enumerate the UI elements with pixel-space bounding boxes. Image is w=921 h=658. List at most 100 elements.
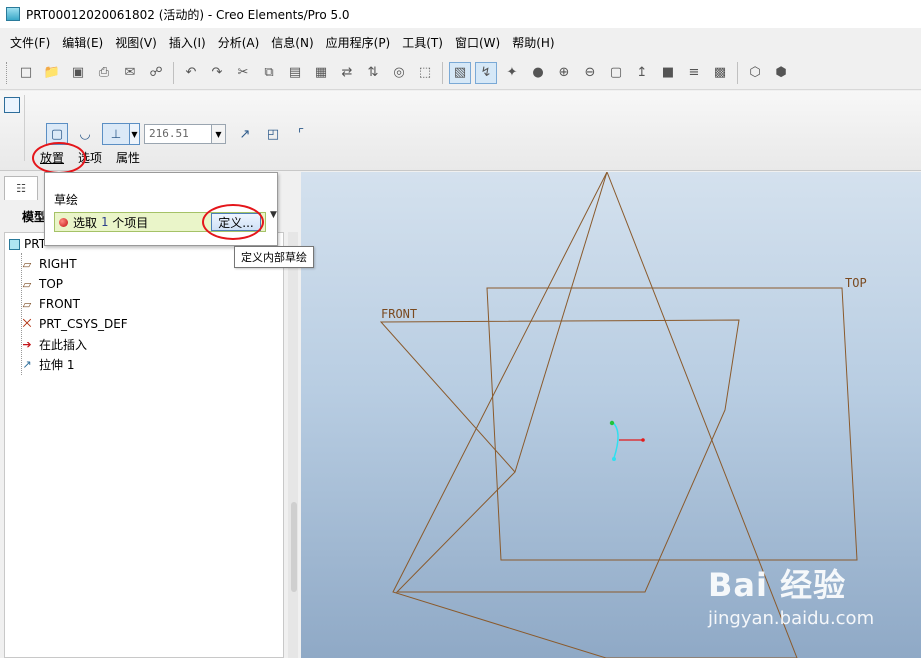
navigator-scrollbar[interactable] bbox=[288, 232, 298, 658]
tree-item-csys[interactable]: ⨉ PRT_CSYS_DEF bbox=[19, 314, 128, 334]
refit-icon[interactable]: ▢ bbox=[605, 62, 627, 84]
new-file-icon[interactable]: □ bbox=[15, 62, 37, 84]
watermark-brand: Bai 经验 bbox=[708, 566, 847, 604]
datum-plane-top[interactable] bbox=[486, 287, 858, 561]
paste-icon[interactable]: ▤ bbox=[284, 62, 306, 84]
highlight-circle-define-button bbox=[202, 204, 264, 240]
menu-file[interactable]: 文件(F) bbox=[4, 32, 56, 54]
menu-applications[interactable]: 应用程序(P) bbox=[320, 32, 397, 54]
baidu-watermark: Bai 经验 jingyan.baidu.com bbox=[708, 560, 874, 629]
tree-item-insert-here[interactable]: ➔ 在此插入 bbox=[19, 334, 87, 354]
hidden-line-cube-icon[interactable]: ⬢ bbox=[770, 62, 792, 84]
toolbar-separator bbox=[442, 61, 443, 84]
zoom-out-icon[interactable]: ⊖ bbox=[579, 62, 601, 84]
extrude-dashboard: ▢ ◡ ⊥ ▼ 216.51 ▼ ↗ ◰ ⌜ 放置 选项 属性 bbox=[0, 91, 921, 171]
tab-properties[interactable]: 属性 bbox=[116, 149, 140, 166]
model-tree: PRT ▱ RIGHT ▱ TOP ▱ FRONT ⨉ PRT_CSYS_DEF… bbox=[4, 232, 284, 658]
view-manager-icon[interactable]: ▩ bbox=[709, 62, 731, 84]
toolbar-grip[interactable] bbox=[6, 61, 9, 84]
model-tree-tab-icon[interactable]: ☷ bbox=[4, 176, 38, 200]
part-file-icon bbox=[6, 7, 20, 21]
navigator-tabs: ☷ bbox=[4, 176, 38, 200]
main-toolbar: □ 📁 ▣ ⎙ ✉ ☍ ↶ ↷ ✂ ⧉ ▤ ▦ ⇄ ⇅ ◎ ⬚ ▧ ↯ ✦ ● … bbox=[0, 56, 921, 90]
menu-help[interactable]: 帮助(H) bbox=[506, 32, 560, 54]
required-dot-icon bbox=[59, 217, 68, 227]
menu-analysis[interactable]: 分析(A) bbox=[212, 32, 266, 54]
undo-icon[interactable]: ↶ bbox=[180, 62, 202, 84]
depth-value-dropdown[interactable]: ▼ bbox=[212, 124, 226, 144]
cut-icon[interactable]: ✂ bbox=[232, 62, 254, 84]
datum-plane-icon: ▱ bbox=[22, 297, 32, 311]
remove-material-icon[interactable]: ◰ bbox=[262, 123, 284, 145]
menu-view[interactable]: 视图(V) bbox=[109, 32, 163, 54]
collector-prefix: 选取 bbox=[73, 215, 98, 230]
datum-plane-right-edge bbox=[514, 172, 608, 473]
selection-filter-icon[interactable]: ⬚ bbox=[414, 62, 436, 84]
regenerate-icon[interactable]: ⇄ bbox=[336, 62, 358, 84]
tree-item-label: PRT bbox=[24, 237, 47, 251]
menu-info[interactable]: 信息(N) bbox=[265, 32, 319, 54]
panel-collapse-arrow-icon[interactable]: ▼ bbox=[270, 210, 277, 220]
paste-special-icon[interactable]: ▦ bbox=[310, 62, 332, 84]
tree-item-label: TOP bbox=[39, 277, 64, 291]
copy-icon[interactable]: ⧉ bbox=[258, 62, 280, 84]
insert-arrow-icon: ➔ bbox=[22, 337, 32, 351]
datum-plane-right-edge bbox=[551, 592, 645, 658]
extrude-feature-icon: ↗ bbox=[22, 357, 32, 371]
navigator-scroll-thumb[interactable] bbox=[291, 502, 297, 592]
redo-icon[interactable]: ↷ bbox=[206, 62, 228, 84]
menu-tools[interactable]: 工具(T) bbox=[396, 32, 449, 54]
dashboard-divider bbox=[24, 95, 25, 161]
menu-edit[interactable]: 编辑(E) bbox=[56, 32, 109, 54]
datum-plane-icon: ▱ bbox=[22, 277, 32, 291]
point-display-icon[interactable]: ✦ bbox=[501, 62, 523, 84]
plane-display-icon[interactable]: ▧ bbox=[449, 61, 471, 84]
coordinate-system-icon: ⨉ bbox=[22, 317, 32, 330]
surface-extrude-icon[interactable]: ◡ bbox=[74, 123, 96, 145]
highlight-circle-placement-tab bbox=[32, 142, 86, 174]
toolbar-separator bbox=[173, 61, 174, 84]
flip-direction-icon[interactable]: ↗ bbox=[234, 123, 256, 145]
collector-suffix: 个项目 bbox=[112, 215, 149, 230]
datum-plane-front[interactable] bbox=[379, 319, 740, 593]
send-mail-icon[interactable]: ✉ bbox=[119, 62, 141, 84]
dashboard-controls: ▢ ◡ ⊥ ▼ 216.51 ▼ ↗ ◰ ⌜ bbox=[46, 123, 318, 145]
open-folder-icon[interactable]: 📁 bbox=[41, 62, 63, 84]
tree-item-label: 在此插入 bbox=[39, 337, 88, 352]
print-icon[interactable]: ⎙ bbox=[93, 62, 115, 84]
wireframe-cube-icon[interactable]: ⬡ bbox=[744, 62, 766, 84]
tree-item-top[interactable]: ▱ TOP bbox=[19, 274, 63, 294]
title-bar: PRT00012020061802 (活动的) - Creo Elements/… bbox=[0, 0, 921, 28]
part-icon bbox=[9, 238, 20, 250]
tree-item-right[interactable]: ▱ RIGHT bbox=[19, 254, 77, 274]
shading-sphere-icon[interactable]: ● bbox=[527, 62, 549, 84]
menu-bar: 文件(F) 编辑(E) 视图(V) 插入(I) 分析(A) 信息(N) 应用程序… bbox=[0, 32, 921, 54]
tree-item-label: FRONT bbox=[39, 297, 80, 311]
label-top: TOP bbox=[845, 276, 867, 290]
sketch-section-label: 草绘 bbox=[54, 193, 79, 207]
depth-value-input[interactable]: 216.51 bbox=[144, 124, 212, 144]
tree-item-label: RIGHT bbox=[39, 257, 77, 271]
find-binoculars-icon[interactable]: ◎ bbox=[388, 62, 410, 84]
reorient-icon[interactable]: ↥ bbox=[631, 62, 653, 84]
send-link-icon[interactable]: ☍ bbox=[145, 62, 167, 84]
tree-item-extrude[interactable]: ↗ 拉伸 1 bbox=[19, 354, 74, 374]
save-icon[interactable]: ▣ bbox=[67, 62, 89, 84]
tree-item-root[interactable]: PRT bbox=[9, 234, 46, 254]
menu-window[interactable]: 窗口(W) bbox=[449, 32, 506, 54]
depth-option-icon[interactable]: ⊥ bbox=[102, 123, 130, 145]
collector-count: 1 bbox=[101, 215, 109, 229]
window-title: PRT00012020061802 (活动的) - Creo Elements/… bbox=[26, 7, 350, 22]
saved-views-icon[interactable]: ■ bbox=[657, 62, 679, 84]
menu-insert[interactable]: 插入(I) bbox=[163, 32, 212, 54]
layers-icon[interactable]: ≡ bbox=[683, 62, 705, 84]
datum-plane-icon: ▱ bbox=[22, 257, 32, 271]
thicken-sketch-icon[interactable]: ⌜ bbox=[290, 123, 312, 145]
axis-display-icon[interactable]: ↯ bbox=[475, 61, 497, 84]
regen-manager-icon[interactable]: ⇅ bbox=[362, 62, 384, 84]
zoom-in-icon[interactable]: ⊕ bbox=[553, 62, 575, 84]
label-front: FRONT bbox=[381, 307, 417, 321]
csys-triad-icon bbox=[609, 420, 645, 461]
tree-item-front[interactable]: ▱ FRONT bbox=[19, 294, 80, 314]
depth-option-dropdown[interactable]: ▼ bbox=[130, 123, 140, 145]
